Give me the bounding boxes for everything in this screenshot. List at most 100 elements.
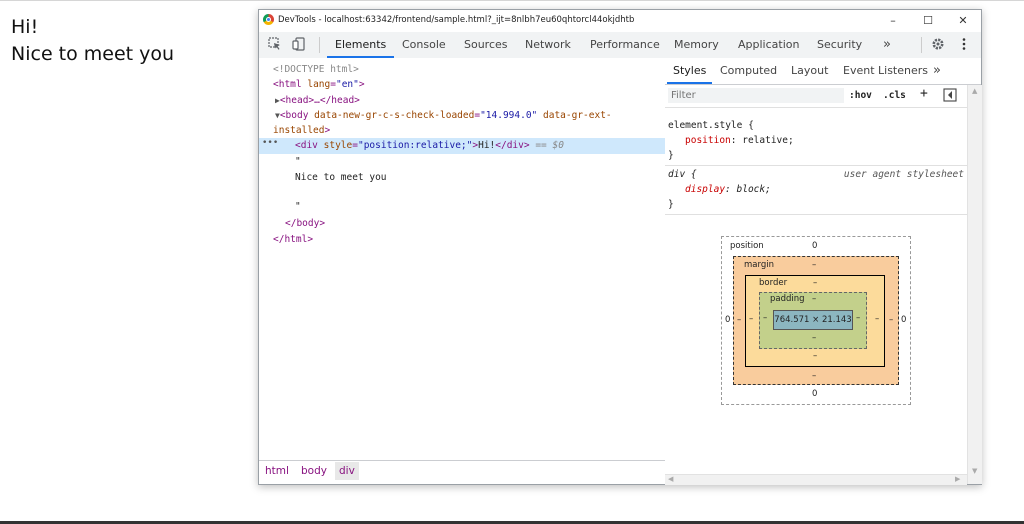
tab-security[interactable]: Security <box>817 32 862 58</box>
tab-styles[interactable]: Styles <box>666 58 713 84</box>
padding-bottom-value: – <box>812 333 817 343</box>
div-text: Hi! <box>478 140 496 151</box>
div-close: </div> <box>495 140 530 151</box>
dom-body-close[interactable]: </body> <box>285 218 325 229</box>
tab-memory[interactable]: Memory <box>674 32 719 58</box>
body-attr-1: data-new-gr-c-s-check-loaded <box>314 110 475 121</box>
dom-html-close[interactable]: </html> <box>273 234 313 245</box>
tab-console[interactable]: Console <box>402 32 446 58</box>
minimize-button[interactable]: – <box>881 12 905 29</box>
devtools-window: DevTools - localhost:63342/frontend/samp… <box>258 9 982 485</box>
rule1-declaration[interactable]: position: relative; <box>685 135 794 146</box>
more-subtabs-button[interactable]: » <box>933 58 941 84</box>
window-title: DevTools - localhost:63342/frontend/samp… <box>278 15 635 25</box>
toolbar-divider <box>319 37 320 53</box>
box-model-content-size[interactable]: 764.571 × 21.143 <box>773 310 853 330</box>
position-left-value: 0 <box>725 315 731 325</box>
browser-top-border <box>0 0 1024 1</box>
position-bottom-value: 0 <box>812 389 818 399</box>
rule2-value: block; <box>736 184 771 195</box>
dom-head[interactable]: ▶<head>…</head> <box>275 95 360 106</box>
page-text-nice: Nice to meet you <box>11 43 175 65</box>
tab-computed[interactable]: Computed <box>720 58 777 84</box>
body-attr-2: data-gr-ext- <box>543 110 612 121</box>
breadcrumb-html[interactable]: html <box>265 465 289 477</box>
scroll-left-arrow-icon[interactable]: ◀ <box>668 475 673 483</box>
head-node: <head>…</head> <box>279 95 360 106</box>
box-model-padding[interactable]: padding – – – – 764.571 × 21.143 <box>759 292 867 349</box>
doctype-text: <!DOCTYPE html> <box>273 64 359 75</box>
scroll-down-arrow-icon[interactable]: ▼ <box>972 467 977 475</box>
styles-vertical-scrollbar[interactable]: ▲ ▼ <box>967 85 982 484</box>
devtools-titlebar[interactable]: DevTools - localhost:63342/frontend/samp… <box>259 10 981 31</box>
inspect-element-icon[interactable] <box>267 37 283 53</box>
position-top-value: 0 <box>812 241 818 251</box>
rule2-close: } <box>668 199 674 210</box>
rule-divider-2 <box>665 214 967 215</box>
position-right-value: 0 <box>901 315 907 325</box>
new-style-rule-button[interactable]: + <box>920 86 928 101</box>
border-bottom-value: – <box>813 351 818 361</box>
row-ellipsis-icon[interactable]: ••• <box>262 138 278 148</box>
html-tag: <html <box>273 79 302 90</box>
selected-marker: == $0 <box>535 140 564 151</box>
rule2-declaration: display: block; <box>685 184 771 195</box>
tab-sources[interactable]: Sources <box>464 32 508 58</box>
rule2-prop: display <box>685 184 726 195</box>
tab-application[interactable]: Application <box>738 32 799 58</box>
rule1-prop: position <box>685 135 731 146</box>
main-tabbar: Elements Console Sources Network Perform… <box>259 32 981 59</box>
breadcrumb-div[interactable]: div <box>335 462 359 480</box>
box-model-border[interactable]: border – – – – padding – – – – 764.571 ×… <box>745 275 885 367</box>
cls-toggle[interactable]: .cls <box>883 90 906 101</box>
padding-left-value: – <box>763 313 768 323</box>
div-style-val: "position:relative;" <box>357 140 473 151</box>
text-quote-open: " <box>295 156 301 167</box>
user-agent-stylesheet-label: user agent stylesheet <box>843 169 964 180</box>
position-label: position <box>730 241 764 251</box>
rule2-selector[interactable]: div { <box>668 169 697 180</box>
settings-gear-icon[interactable] <box>930 37 946 53</box>
margin-label: margin <box>744 260 774 270</box>
more-options-icon[interactable] <box>956 37 972 53</box>
box-model-position[interactable]: position 0 0 0 0 margin – – – – border –… <box>721 236 911 405</box>
dom-html-open[interactable]: <html lang="en"> <box>273 79 365 90</box>
border-right-value: – <box>875 314 880 324</box>
styles-horizontal-scrollbar[interactable]: ◀ ▶ <box>665 474 967 485</box>
rule-divider <box>665 165 967 166</box>
tab-performance[interactable]: Performance <box>590 32 660 58</box>
scroll-up-arrow-icon[interactable]: ▲ <box>972 87 977 95</box>
elements-dom-tree: <!DOCTYPE html> <html lang="en"> ▶<head>… <box>259 58 666 484</box>
hov-toggle[interactable]: :hov <box>849 90 872 101</box>
box-model-margin[interactable]: margin – – – – border – – – – padding – … <box>733 256 899 385</box>
styles-filter-input[interactable] <box>668 88 844 103</box>
div-style-attr: style <box>323 140 353 151</box>
padding-right-value: – <box>856 313 861 323</box>
dom-body-open[interactable]: ▼<body data-new-gr-c-s-check-loaded="14.… <box>275 110 612 121</box>
close-button[interactable]: ✕ <box>951 12 975 29</box>
dom-doctype[interactable]: <!DOCTYPE html> <box>273 64 359 75</box>
body-val-1: "14.994.0" <box>480 110 538 121</box>
tab-elements[interactable]: Elements <box>326 32 395 58</box>
margin-right-value: – <box>889 315 894 325</box>
page-text-hi: Hi! <box>11 16 39 38</box>
styles-filter-row: :hov .cls + <box>665 85 967 108</box>
toggle-sidebar-icon[interactable] <box>943 88 957 105</box>
border-left-value: – <box>749 314 754 324</box>
more-tabs-button[interactable]: » <box>883 32 891 58</box>
maximize-button[interactable]: ☐ <box>916 12 940 29</box>
dom-body-open-cont: installed> <box>273 125 331 136</box>
tab-network[interactable]: Network <box>525 32 571 58</box>
breadcrumb: html body div <box>259 460 665 483</box>
rule1-selector[interactable]: element.style { <box>668 120 754 131</box>
dom-text-node[interactable]: Nice to meet you <box>295 172 387 183</box>
styles-sidebar: Styles Computed Layout Event Listeners »… <box>665 58 982 485</box>
html-lang-attr: lang <box>307 79 331 90</box>
scroll-right-arrow-icon[interactable]: ▶ <box>955 475 960 483</box>
tab-event-listeners[interactable]: Event Listeners <box>843 58 928 84</box>
breadcrumb-body[interactable]: body <box>301 465 327 477</box>
text-quote-close: " <box>295 201 301 212</box>
device-toolbar-icon[interactable] <box>291 37 307 53</box>
tab-layout[interactable]: Layout <box>791 58 828 84</box>
dom-div[interactable]: <div style="position:relative;">Hi!</div… <box>295 140 564 151</box>
